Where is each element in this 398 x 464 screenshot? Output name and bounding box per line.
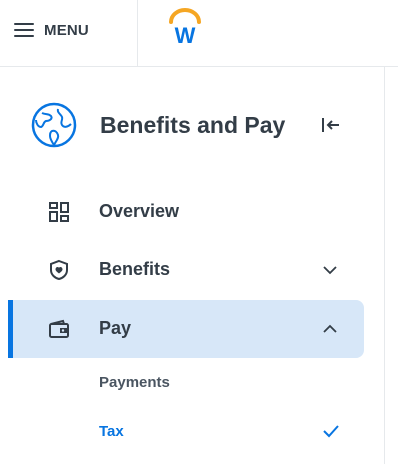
topbar-divider — [137, 0, 138, 66]
nav-item-benefits[interactable]: Benefits — [8, 241, 364, 299]
nav-item-label: Benefits — [99, 259, 171, 279]
panel-header: Benefits and Pay — [8, 67, 384, 177]
nav-item-pay[interactable]: Pay — [8, 300, 364, 358]
top-bar: MENU W — [0, 0, 398, 67]
globe-icon — [31, 102, 77, 148]
wallet-icon — [49, 319, 69, 338]
subnav-item-payments[interactable]: Payments — [8, 361, 364, 405]
logo-letter: W — [175, 23, 196, 46]
subnav-item-tax[interactable]: Tax — [8, 410, 364, 454]
nav-item-label: Pay — [99, 318, 132, 338]
chevron-down-icon[interactable] — [322, 263, 338, 277]
nav-item-label: Overview — [99, 201, 180, 221]
shield-icon — [50, 259, 68, 281]
chevron-up-icon[interactable] — [322, 322, 338, 336]
panel-border — [384, 67, 385, 464]
side-panel: Benefits and Pay Overview Benefits Pay P… — [8, 67, 384, 464]
checkmark-icon — [323, 425, 339, 438]
menu-label: MENU — [44, 21, 89, 39]
nav-item-overview[interactable]: Overview — [8, 183, 364, 241]
workday-logo[interactable]: W — [164, 8, 206, 46]
subnav-item-label: Tax — [99, 423, 124, 440]
dashboard-grid-icon — [49, 202, 69, 222]
hamburger-icon — [14, 23, 34, 37]
active-indicator — [8, 300, 13, 358]
subnav-item-label: Payments — [99, 374, 170, 391]
panel-title: Benefits and Pay — [100, 112, 286, 138]
collapse-left-icon[interactable] — [320, 116, 342, 134]
menu-button[interactable]: MENU — [14, 14, 89, 46]
